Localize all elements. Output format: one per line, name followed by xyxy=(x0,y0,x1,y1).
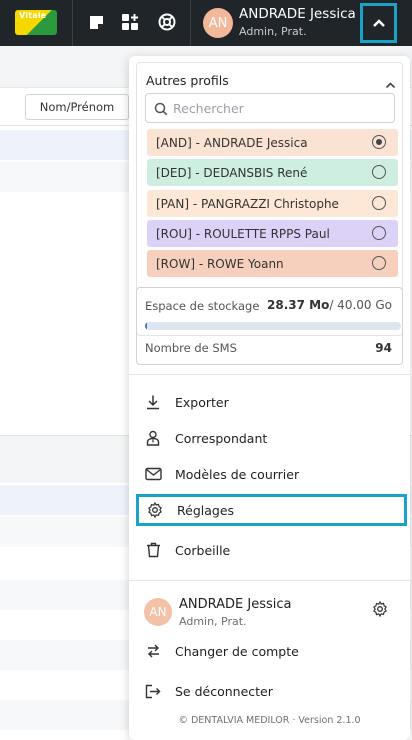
chevron-up-icon xyxy=(372,19,385,27)
vitale-label: Vitale xyxy=(19,11,47,20)
storage-value: 28.37 Mo/ 40.00 Go xyxy=(267,298,392,312)
menu-item-label: Corbeille xyxy=(175,542,231,558)
note-icon[interactable] xyxy=(85,11,107,33)
account-settings-gear-icon[interactable] xyxy=(372,600,388,621)
storage-progress-bar xyxy=(145,322,401,330)
profile-item[interactable]: [AND] - ANDRADE Jessica xyxy=(147,129,398,156)
sort-name-tab[interactable]: Nom/Prénom xyxy=(25,94,129,120)
profile-item-label: [AND] - ANDRADE Jessica xyxy=(156,135,308,150)
menu-item-label: Changer de compte xyxy=(175,643,299,659)
account-avatar: AN xyxy=(144,598,172,626)
menu-item-label: Exporter xyxy=(175,394,229,410)
profile-search-field[interactable] xyxy=(145,93,395,123)
menu-item-export[interactable]: Exporter xyxy=(137,386,407,418)
profile-item[interactable]: [PAN] - PANGRAZZI Christophe xyxy=(147,190,398,217)
swap-icon xyxy=(137,644,169,658)
download-icon xyxy=(137,394,169,410)
profile-radio[interactable] xyxy=(372,165,386,179)
logout-icon xyxy=(137,684,169,699)
storage-info: Espace de stockage 28.37 Mo/ 40.00 Go No… xyxy=(136,287,403,365)
storage-progress-fill xyxy=(145,322,147,330)
menu-item-settings[interactable]: Réglages xyxy=(136,494,407,526)
search-icon xyxy=(154,101,168,120)
account-role: Admin, Prat. xyxy=(179,615,247,628)
storage-total: / 40.00 Go xyxy=(329,298,392,312)
profile-item[interactable]: [ROW] - ROWE Yoann xyxy=(147,250,398,277)
contact-icon xyxy=(137,430,169,446)
profile-item-label: [DED] - DEDANSBIS René xyxy=(156,165,308,180)
vitale-card-button[interactable]: Vitale xyxy=(15,10,57,35)
account-name: ANDRADE Jessica xyxy=(179,597,292,612)
top-bar: Vitale AN ANDRADE Jessica Admin, Prat. xyxy=(0,0,412,46)
chevron-up-icon[interactable] xyxy=(385,74,396,93)
profile-menu-toggle-button[interactable] xyxy=(360,3,397,43)
logout-button[interactable]: Se déconnecter xyxy=(137,675,407,707)
version-footer: © DENTALVIA MEDILOR · Version 2.1.0 xyxy=(178,715,361,726)
profile-radio[interactable] xyxy=(372,226,386,240)
support-lifebuoy-icon[interactable] xyxy=(156,11,178,33)
other-profiles-title: Autres profils xyxy=(146,73,229,88)
menu-item-label: Réglages xyxy=(177,502,235,518)
menu-item-label: Modèles de courrier xyxy=(175,466,300,482)
profile-item-label: [ROW] - ROWE Yoann xyxy=(156,256,284,271)
profile-radio[interactable] xyxy=(372,135,386,149)
menu-item-label: Se déconnecter xyxy=(175,683,273,699)
profile-radio[interactable] xyxy=(372,196,386,210)
toolbar-separator xyxy=(72,0,73,46)
switch-account-button[interactable]: Changer de compte xyxy=(137,635,407,667)
user-name[interactable]: ANDRADE Jessica xyxy=(239,6,356,22)
storage-label: Espace de stockage xyxy=(145,299,260,313)
toolbar-separator xyxy=(190,0,191,46)
profile-item[interactable]: [DED] - DEDANSBIS René xyxy=(147,159,398,186)
divider xyxy=(129,580,410,581)
user-role: Admin, Prat. xyxy=(239,25,307,38)
storage-used: 28.37 Mo xyxy=(267,298,330,312)
mail-icon xyxy=(137,467,169,481)
search-input[interactable] xyxy=(173,99,388,117)
profile-item[interactable]: [ROU] - ROULETTE RPPS Paul xyxy=(147,220,398,247)
avatar[interactable]: AN xyxy=(203,8,233,38)
divider xyxy=(129,374,410,375)
menu-item-label: Correspondant xyxy=(175,430,268,446)
sms-count-label: Nombre de SMS xyxy=(145,341,237,355)
menu-item-letter-templates[interactable]: Modèles de courrier xyxy=(137,458,407,490)
profile-dropdown-panel: Autres profils [AND] - ANDRADE Jessica [… xyxy=(129,56,410,740)
profile-item-label: [PAN] - PANGRAZZI Christophe xyxy=(156,196,339,211)
menu-item-correspondent[interactable]: Correspondant xyxy=(137,422,407,454)
sms-count-value: 94 xyxy=(375,341,392,355)
profile-item-label: [ROU] - ROULETTE RPPS Paul xyxy=(156,226,330,241)
widgets-add-icon[interactable] xyxy=(119,11,141,33)
trash-icon xyxy=(137,542,169,558)
profile-radio[interactable] xyxy=(372,256,386,270)
gear-icon xyxy=(139,502,171,518)
menu-item-trash[interactable]: Corbeille xyxy=(137,534,407,566)
